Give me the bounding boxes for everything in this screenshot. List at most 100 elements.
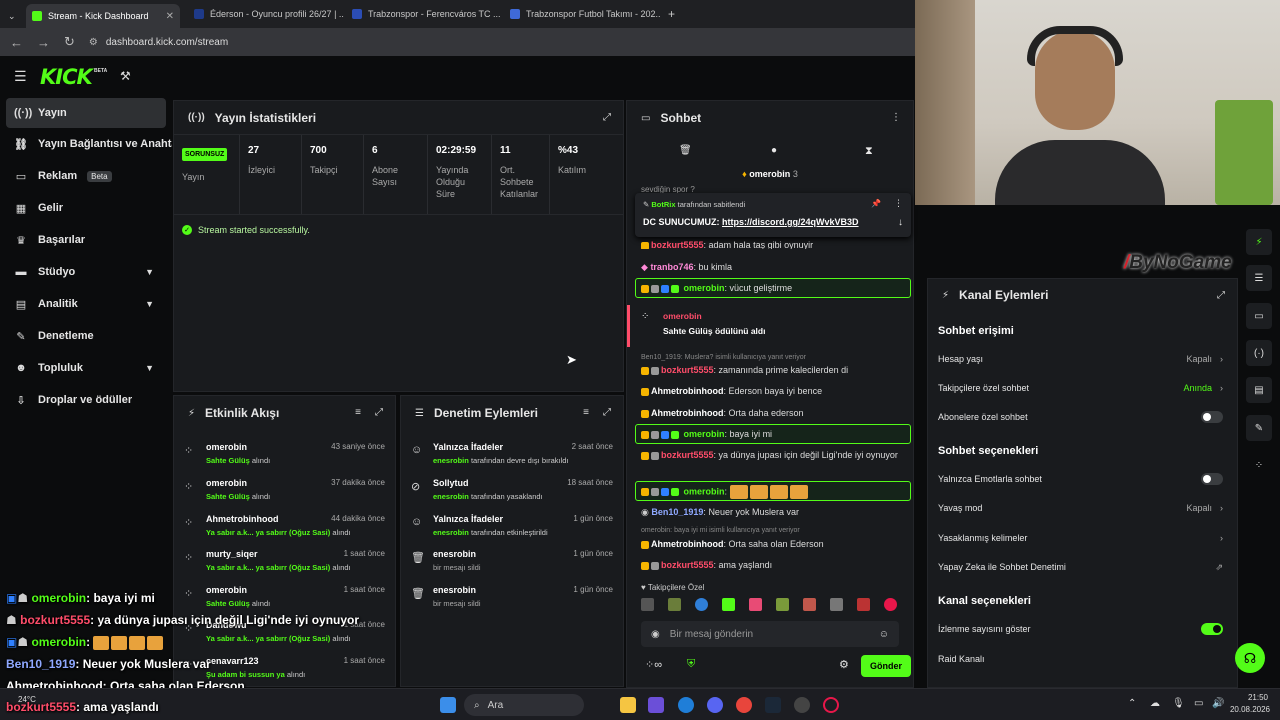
kick-points-icon[interactable]: ⁘∞ [645,658,662,671]
tab-trabzonspor-team[interactable]: Trabzonspor Futbol Takımı - 202... ✕ [504,4,660,24]
kick-logo[interactable]: KICK [40,65,93,89]
popout-icon[interactable]: ⤢ [603,407,611,418]
viewcount-toggle[interactable] [1201,623,1223,635]
setting-slow-mode[interactable]: Yavaş mod Kapalı › [938,500,1223,516]
filter-icon[interactable]: ≡ [583,407,589,418]
rail-points-icon[interactable]: ⁘ [1246,452,1272,478]
setting-banned-words[interactable]: Yasaklanmış kelimeler › [938,530,1223,546]
pin-icon[interactable]: 📌 [871,199,881,208]
microphone-icon[interactable]: 🎙 [1172,698,1185,709]
new-tab-button[interactable]: + [662,4,682,24]
chat-username[interactable]: bozkurt5555 [661,560,714,570]
sidebar-item-topluluk[interactable]: ☻ Topluluk ▼ [0,352,172,384]
sidebar-item-denetleme[interactable]: ✎ Denetleme [0,320,172,352]
windows-start-icon[interactable] [440,697,456,713]
sidebar-item-stream-key[interactable]: ⛓ Yayın Bağlantısı ve Anahtarı [0,128,172,160]
chat-input[interactable]: ◉ Bir mesaj gönderin ☺ [641,621,899,647]
sidebar-item-basarilar[interactable]: ♛ Başarılar [0,224,172,256]
chat-username[interactable]: omerobin [684,283,725,293]
forward-icon[interactable]: → [37,35,50,50]
clock-time[interactable]: 21:50 [1228,693,1268,702]
emote-icon[interactable] [722,598,735,611]
tab-ederson[interactable]: Éderson - Oyuncu profili 26/27 | ... ✕ [188,4,344,24]
taskbar-search[interactable]: ⌕ Ara [464,694,584,716]
filter-icon[interactable]: ≡ [355,407,361,418]
tab-trabzonspor-ferencvaros[interactable]: Trabzonspor - Ferencváros TC ... ✕ [346,4,502,24]
chat-username[interactable]: omerobin [684,429,725,439]
more-options-icon[interactable]: ⋮ [894,198,903,209]
chat-username[interactable]: Ahmetrobinhood [651,539,724,549]
setting-raid[interactable]: Raid Kanalı [938,651,1223,667]
chat-username[interactable]: bozkurt5555 [661,450,714,460]
setting-followers-only[interactable]: Takipçilere özel sohbet Anında › [938,380,1223,396]
tray-chevron-icon[interactable]: ⌃ [1128,698,1136,709]
chat-username[interactable]: Ahmetrobinhood [651,386,724,396]
sidebar-item-droplar[interactable]: ⇩ Droplar ve ödüller [0,384,172,416]
rail-tools-icon[interactable]: ✎ [1246,415,1272,441]
obs-icon[interactable] [823,697,839,713]
app-icon[interactable] [794,697,810,713]
back-icon[interactable]: ← [10,35,23,50]
setting-account-age[interactable]: Hesap yaşı Kapalı › [938,351,1223,367]
chevron-down-icon[interactable]: ▼ [145,299,154,309]
mod-shield-icon[interactable]: ⛨ [687,658,695,671]
volume-icon[interactable]: 🔊 [1212,698,1224,709]
emote-icon[interactable] [749,598,762,611]
chat-username[interactable]: omerobin [684,486,725,496]
sidebar-item-reklam[interactable]: ▭ Reklam Beta [0,160,172,192]
chat-username[interactable]: tranbo746 [650,262,693,272]
tools-icon[interactable]: ⚒ [120,69,131,83]
sidebar-item-studyo[interactable]: ▬ Stüdyo ▼ [0,256,172,288]
chat-username[interactable]: Ahmetrobinhood [651,408,724,418]
emote-icon[interactable] [830,598,843,611]
emote-icon[interactable] [857,598,870,611]
chat-bubble-icon[interactable]: ● [771,145,777,156]
gear-icon[interactable]: ⚙ [839,658,849,671]
emote-icon[interactable] [668,598,681,611]
setting-ai-moderation[interactable]: Yapay Zeka ile Sohbet Denetimi ⇗ [938,559,1223,575]
site-info-icon[interactable]: ⚙ [89,37,98,48]
sidebar-item-analitik[interactable]: ▤ Analitik ▼ [0,288,172,320]
rail-chat-icon[interactable]: ▭ [1246,303,1272,329]
edge-icon[interactable] [678,697,694,713]
tab-kick-dashboard[interactable]: Stream - Kick Dashboard ✕ [26,4,180,28]
url-field[interactable]: dashboard.kick.com/stream [106,37,228,48]
emote-icon[interactable] [884,598,897,611]
chat-username[interactable]: bozkurt5555 [661,365,714,375]
hourglass-icon[interactable]: ⧗ [865,145,873,158]
support-icon[interactable]: ☊ [1235,643,1265,673]
emote-icon[interactable] [641,598,654,611]
chevron-down-icon[interactable]: ▼ [145,267,154,277]
clock-date[interactable]: 20.08.2026 [1224,705,1270,714]
subs-only-toggle[interactable] [1201,411,1223,423]
chat-username[interactable]: Ben10_1919 [651,507,703,517]
emote-icon[interactable] [695,598,708,611]
tray-icon[interactable]: ☁ [1150,698,1160,709]
rail-stats-icon[interactable]: ▤ [1246,377,1272,403]
chat-username[interactable]: bozkurt5555 [651,240,704,249]
network-icon[interactable]: ▭ [1194,698,1203,709]
file-explorer-icon[interactable] [620,697,636,713]
trash-icon[interactable]: 🗑 [679,145,692,156]
rail-broadcast-icon[interactable]: (·) [1246,340,1272,366]
popout-icon[interactable]: ⤢ [375,407,383,418]
discord-icon[interactable] [707,697,723,713]
emote-icon[interactable] [776,598,789,611]
close-tab-icon[interactable]: ✕ [166,11,174,22]
reward-user[interactable]: omerobin [663,311,702,321]
sidebar-item-yayin[interactable]: ((·)) Yayın [6,98,166,128]
more-options-icon[interactable]: ⋮ [891,112,901,123]
rail-quick-actions-icon[interactable]: ⚡ [1246,229,1272,255]
sidebar-item-gelir[interactable]: ▦ Gelir [0,192,172,224]
steam-icon[interactable] [765,697,781,713]
menu-icon[interactable]: ☰ [14,68,27,85]
chrome-icon[interactable] [736,697,752,713]
discord-link[interactable]: https://discord.gg/24qWvkVB3D [722,217,859,227]
tab-list-button[interactable]: ⌄ [2,6,24,26]
rail-list-icon[interactable]: ☰ [1246,265,1272,291]
reload-icon[interactable]: ↻ [64,34,75,50]
emote-only-toggle[interactable] [1201,473,1223,485]
emote-icon[interactable] [803,598,816,611]
emoji-icon[interactable]: ☺ [879,629,889,640]
popout-icon[interactable]: ⤢ [1217,290,1225,301]
